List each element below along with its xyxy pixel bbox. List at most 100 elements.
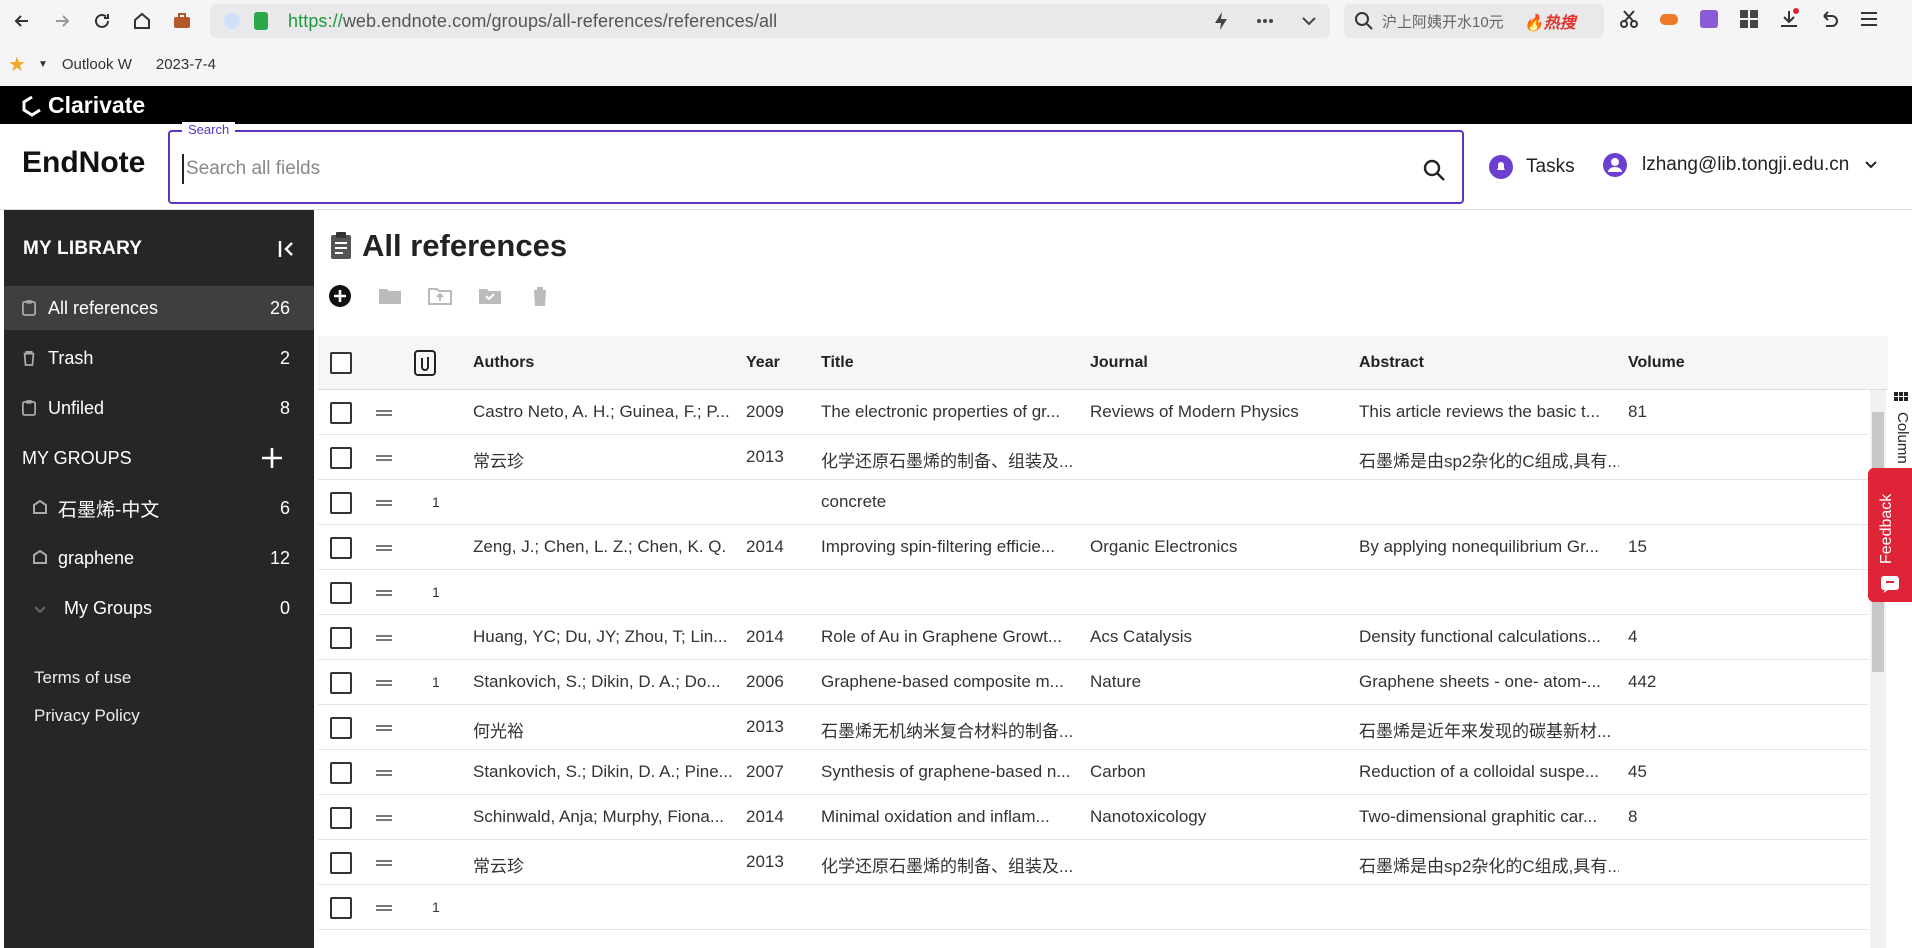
export-folder-icon[interactable] (428, 284, 452, 308)
user-menu[interactable]: lzhang@lib.tongji.edu.cn (1602, 152, 1879, 178)
row-checkbox[interactable] (330, 402, 352, 424)
column-journal[interactable]: Journal (1090, 354, 1148, 372)
url-text[interactable]: https://web.endnote.com/groups/all-refer… (288, 11, 777, 32)
bookmark-dropdown-icon[interactable]: ▼ (38, 59, 48, 70)
table-row[interactable]: 1 concrete (318, 480, 1868, 525)
column-volume[interactable]: Volume (1628, 354, 1685, 372)
sidebar-group-count: 6 (279, 497, 290, 518)
bookmark-date[interactable]: 2023-7-4 (156, 56, 216, 73)
chevron-down-icon (1865, 161, 1878, 169)
drag-handle-icon[interactable] (376, 590, 392, 596)
lock-icon[interactable] (254, 12, 268, 30)
collapse-sidebar-icon[interactable] (276, 238, 298, 260)
search-input[interactable] (182, 154, 1382, 184)
table-row[interactable]: 常云珍 2013 化学还原石墨烯的制备、组装及... 石墨烯是由sp2杂化的C组… (318, 435, 1868, 480)
column-abstract[interactable]: Abstract (1359, 354, 1424, 372)
back-icon[interactable] (2, 0, 42, 42)
forward-icon[interactable] (42, 0, 82, 42)
translate-icon[interactable] (1698, 8, 1720, 30)
lightning-icon[interactable] (1210, 10, 1232, 32)
drag-handle-icon[interactable] (376, 905, 392, 911)
apps-grid-icon[interactable] (1738, 8, 1760, 30)
home-icon[interactable] (122, 0, 162, 42)
search-field[interactable]: Search (168, 122, 1464, 204)
row-checkbox[interactable] (330, 582, 352, 604)
chevron-down-icon[interactable] (1298, 10, 1320, 32)
table-row[interactable]: Castro Neto, A. H.; Guinea, F.; P... 200… (318, 390, 1868, 435)
row-checkbox[interactable] (330, 717, 352, 739)
sidebar-item-all-references[interactable]: All references 26 (4, 286, 314, 330)
move-to-folder-icon[interactable] (378, 284, 402, 308)
sidebar-group-graphene[interactable]: graphene 12 (4, 536, 314, 580)
row-checkbox[interactable] (330, 762, 352, 784)
search-icon[interactable] (1422, 158, 1446, 182)
bookmark-outlook[interactable]: Outlook W (62, 56, 132, 73)
table-row[interactable]: 何光裕 2013 石墨烯无机纳米复合材料的制备... 石墨烯是近年来发现的碳基新… (318, 705, 1868, 750)
table-row[interactable]: Huang, YC; Du, JY; Zhou, T; Lin... 2014 … (318, 615, 1868, 660)
drag-handle-icon[interactable] (376, 455, 392, 461)
trash-icon[interactable] (528, 284, 552, 308)
columns-tab-label: Column (1894, 412, 1911, 464)
address-bar[interactable]: https://web.endnote.com/groups/all-refer… (210, 4, 1330, 38)
scissors-icon[interactable] (1618, 8, 1640, 30)
endnote-logo[interactable]: EndNote (22, 146, 145, 180)
drag-handle-icon[interactable] (376, 500, 392, 506)
chevron-down-icon[interactable] (32, 602, 48, 620)
terms-of-use-link[interactable]: Terms of use (34, 668, 131, 688)
drag-handle-icon[interactable] (376, 545, 392, 551)
table-row[interactable]: 1 Stankovich, S.; Dikin, D. A.; Do... 20… (318, 660, 1868, 705)
browser-search-box[interactable]: 沪上阿姨开水10元 🔥热搜 (1344, 4, 1604, 38)
remove-from-group-icon[interactable] (478, 284, 502, 308)
drag-handle-icon[interactable] (376, 725, 392, 731)
hot-search-badge[interactable]: 🔥热搜 (1524, 9, 1576, 33)
drag-handle-icon[interactable] (376, 860, 392, 866)
download-icon[interactable] (1778, 8, 1800, 30)
column-year[interactable]: Year (746, 354, 780, 372)
my-groups-heading: MY GROUPS (22, 448, 132, 468)
table-row[interactable]: Stankovich, S.; Dikin, D. A.; Pine... 20… (318, 750, 1868, 795)
table-row[interactable]: 1 (318, 885, 1868, 930)
sidebar-item-trash[interactable]: Trash 2 (4, 336, 314, 380)
sidebar-group-my-groups[interactable]: My Groups 0 (4, 586, 314, 630)
row-checkbox[interactable] (330, 537, 352, 559)
select-all-checkbox[interactable] (330, 352, 352, 374)
group-icon (32, 499, 48, 517)
drag-handle-icon[interactable] (376, 680, 392, 686)
cell-abstract: 石墨烯是由sp2杂化的C组成,具有... (1359, 857, 1619, 876)
row-checkbox[interactable] (330, 852, 352, 874)
cell-volume: 15 (1628, 537, 1647, 556)
clarivate-logo[interactable]: Clarivate (22, 92, 145, 119)
sidebar-item-unfiled[interactable]: Unfiled 8 (4, 386, 314, 430)
column-title[interactable]: Title (821, 354, 854, 372)
table-row[interactable]: Zeng, J.; Chen, L. Z.; Chen, K. Q. 2014 … (318, 525, 1868, 570)
add-reference-icon[interactable] (328, 284, 352, 308)
add-group-icon[interactable] (260, 446, 284, 470)
table-row[interactable]: 常云珍 2013 化学还原石墨烯的制备、组装及... 石墨烯是由sp2杂化的C组… (318, 840, 1868, 885)
row-checkbox[interactable] (330, 672, 352, 694)
table-row[interactable]: 1 (318, 570, 1868, 615)
cell-journal: Reviews of Modern Physics (1090, 402, 1299, 421)
star-icon[interactable]: ★ (8, 52, 26, 77)
drag-handle-icon[interactable] (376, 770, 392, 776)
row-checkbox[interactable] (330, 897, 352, 919)
drag-handle-icon[interactable] (376, 410, 392, 416)
more-dots-icon[interactable] (1254, 10, 1276, 32)
row-checkbox[interactable] (330, 807, 352, 829)
row-checkbox[interactable] (330, 447, 352, 469)
briefcase-icon[interactable] (162, 0, 202, 42)
drag-handle-icon[interactable] (376, 815, 392, 821)
undo-icon[interactable] (1818, 8, 1840, 30)
row-checkbox[interactable] (330, 627, 352, 649)
tasks-button[interactable]: Tasks (1488, 154, 1575, 180)
row-checkbox[interactable] (330, 492, 352, 514)
reload-icon[interactable] (82, 0, 122, 42)
column-authors[interactable]: Authors (473, 354, 534, 372)
game-icon[interactable] (1658, 8, 1680, 30)
sidebar-group-graphene-cn[interactable]: 石墨烯-中文 6 (4, 486, 314, 530)
drag-handle-icon[interactable] (376, 635, 392, 641)
table-row[interactable]: Schinwald, Anja; Murphy, Fiona... 2014 M… (318, 795, 1868, 840)
menu-icon[interactable] (1858, 8, 1880, 30)
privacy-policy-link[interactable]: Privacy Policy (34, 706, 140, 726)
feedback-tab[interactable]: Feedback (1868, 468, 1912, 602)
cell-abstract: Reduction of a colloidal suspe... (1359, 762, 1600, 781)
